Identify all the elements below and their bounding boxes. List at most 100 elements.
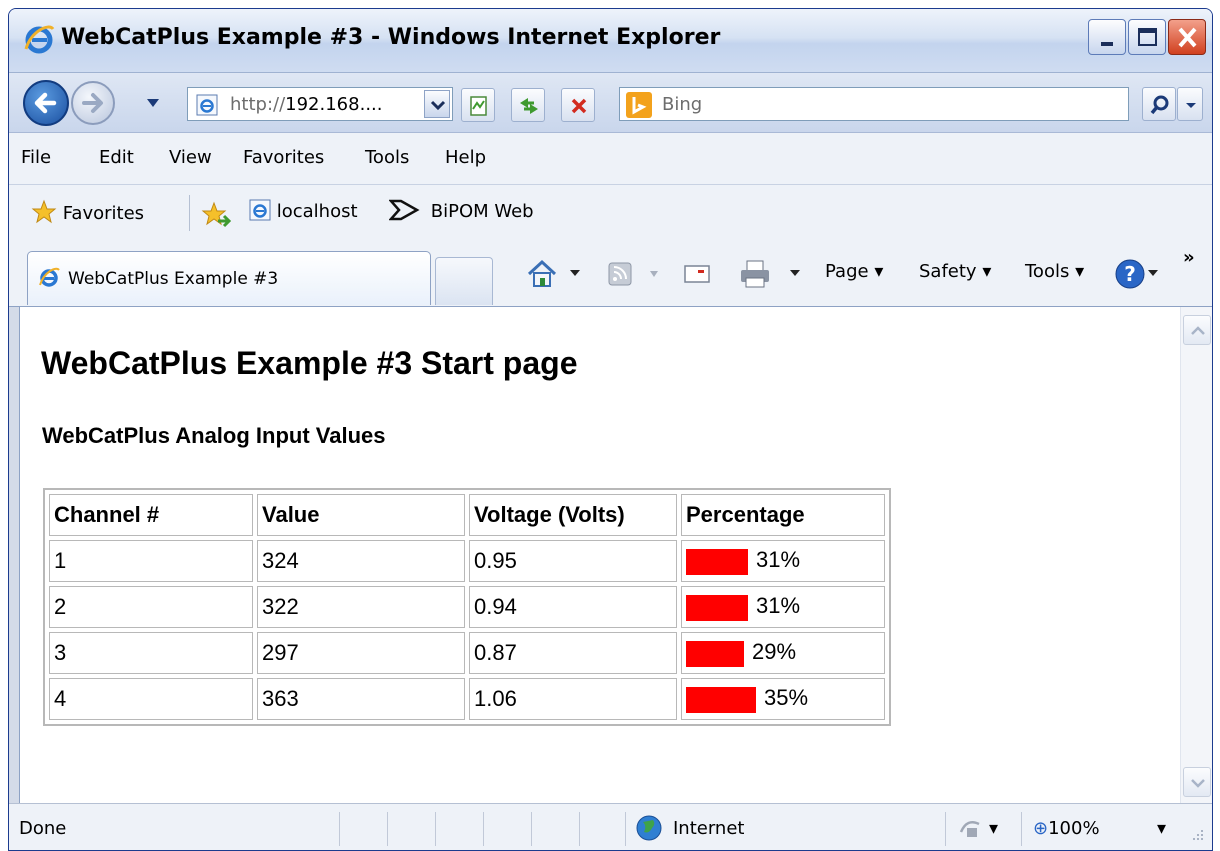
home-icon[interactable]	[525, 257, 559, 291]
resize-grip-icon[interactable]	[1189, 828, 1205, 844]
value-cell: 297	[257, 632, 465, 674]
chevron-down-icon[interactable]: ▾	[989, 818, 998, 839]
forward-arrow-icon	[82, 93, 103, 113]
voltage-cell: 0.87	[469, 632, 677, 674]
channel-cell: 2	[49, 586, 253, 628]
stop-button[interactable]	[561, 88, 595, 122]
page-content: WebCatPlus Example #3 Start page WebCatP…	[19, 307, 1180, 803]
chevron-down-icon[interactable]	[649, 269, 659, 279]
value-cell: 322	[257, 586, 465, 628]
star-icon	[31, 199, 57, 224]
stop-icon	[571, 98, 587, 114]
favorites-bar: Favorites localhost BiPOM Web	[9, 185, 1212, 243]
menu-tools[interactable]: Tools	[365, 147, 409, 168]
close-button[interactable]	[1168, 19, 1206, 55]
favorites-label: Favorites	[62, 203, 145, 224]
read-mail-icon[interactable]	[681, 257, 713, 289]
menu-view[interactable]: View	[169, 147, 212, 168]
percentage-cell: 29%	[681, 632, 885, 674]
refresh-button[interactable]	[511, 88, 545, 122]
compatibility-view-button[interactable]	[461, 88, 495, 122]
bipom-logo-icon	[388, 199, 420, 221]
menu-edit[interactable]: Edit	[99, 147, 134, 168]
menu-favorites[interactable]: Favorites	[243, 147, 324, 168]
search-placeholder: Bing	[662, 94, 703, 115]
tab-row: WebCatPlus Example #3 Page ▾ Safety ▾ To…	[9, 243, 1212, 307]
status-bar: Done Internet ▾ ⊕100% ▾	[9, 803, 1212, 850]
back-arrow-icon	[34, 92, 57, 114]
zoom-icon: ⊕	[1033, 818, 1049, 839]
status-divider	[339, 812, 340, 846]
back-button[interactable]	[23, 80, 69, 126]
scroll-up-button[interactable]	[1183, 315, 1211, 345]
channel-cell: 3	[49, 632, 253, 674]
security-zone-label: Internet	[673, 818, 745, 839]
recent-pages-dropdown-icon[interactable]	[146, 97, 160, 109]
minimize-button[interactable]	[1088, 19, 1126, 55]
percentage-text: 31%	[756, 547, 801, 573]
menu-help[interactable]: Help	[445, 147, 486, 168]
title-bar: WebCatPlus Example #3 - Windows Internet…	[9, 9, 1212, 73]
vertical-scrollbar[interactable]	[1180, 307, 1212, 803]
protected-mode-icon[interactable]	[955, 814, 985, 842]
chevron-down-icon: ▾	[874, 261, 884, 282]
new-tab-button[interactable]	[435, 257, 493, 305]
command-bar-overflow-button[interactable]: »	[1183, 247, 1195, 268]
chevron-down-icon: ▾	[982, 261, 992, 282]
chevron-down-icon	[430, 100, 446, 111]
chevron-down-icon[interactable]	[1147, 267, 1159, 279]
page-title: WebCatPlus Example #3 Start page	[41, 345, 578, 381]
add-to-favorites-icon[interactable]	[201, 201, 231, 229]
search-box[interactable]: Bing	[619, 87, 1129, 121]
safety-menu-button[interactable]: Safety ▾	[919, 261, 991, 282]
search-options-button[interactable]	[1177, 87, 1203, 121]
menu-file[interactable]: File	[21, 147, 51, 168]
percentage-cell: 31%	[681, 586, 885, 628]
favorites-button[interactable]: Favorites	[31, 199, 144, 225]
column-header: Channel #	[49, 494, 253, 536]
chevron-down-icon[interactable]	[789, 267, 801, 279]
print-icon[interactable]	[737, 257, 773, 291]
chevron-down-icon	[1191, 779, 1205, 788]
address-bar[interactable]: http://192.168....	[187, 87, 453, 121]
table-row: 4 363 1.06 35%	[49, 678, 885, 720]
favorite-link-bipom[interactable]: BiPOM Web	[388, 199, 534, 222]
chevron-down-icon: ▾	[1075, 261, 1085, 282]
navigation-bar: http://192.168.... Bing	[9, 73, 1212, 133]
svg-text:?: ?	[1124, 262, 1136, 286]
value-cell: 363	[257, 678, 465, 720]
table-header-row: Channel # Value Voltage (Volts) Percenta…	[49, 494, 885, 536]
compatibility-view-icon	[470, 96, 487, 116]
globe-icon	[636, 815, 662, 841]
favorite-link-label: BiPOM Web	[430, 201, 534, 222]
safety-menu-label: Safety	[919, 261, 977, 282]
zoom-control[interactable]: ⊕100%	[1033, 818, 1100, 839]
help-icon[interactable]: ?	[1113, 257, 1147, 291]
address-dropdown-button[interactable]	[424, 90, 450, 118]
chevron-down-icon	[1186, 103, 1196, 108]
percentage-cell: 31%	[681, 540, 885, 582]
tab-active[interactable]: WebCatPlus Example #3	[27, 251, 431, 305]
search-button[interactable]	[1142, 87, 1176, 121]
table-row: 1 324 0.95 31%	[49, 540, 885, 582]
bing-logo-icon	[626, 92, 652, 118]
page-subtitle: WebCatPlus Analog Input Values	[42, 423, 386, 448]
chevron-down-icon[interactable]	[569, 267, 581, 279]
maximize-button[interactable]	[1128, 19, 1166, 55]
address-url: http://192.168....	[230, 94, 383, 115]
chevron-up-icon	[1191, 326, 1205, 335]
minimize-icon	[1101, 42, 1113, 46]
scroll-down-button[interactable]	[1183, 767, 1211, 797]
tools-menu-button[interactable]: Tools ▾	[1025, 261, 1084, 282]
chevron-down-icon[interactable]: ▾	[1157, 818, 1166, 839]
percentage-text: 35%	[764, 685, 809, 711]
forward-button[interactable]	[71, 81, 115, 125]
voltage-cell: 0.94	[469, 586, 677, 628]
favorites-separator	[189, 195, 190, 231]
favorite-link-localhost[interactable]: localhost	[249, 199, 358, 222]
column-header: Value	[257, 494, 465, 536]
page-menu-button[interactable]: Page ▾	[825, 261, 883, 282]
percentage-bar	[686, 594, 748, 621]
feeds-icon[interactable]	[605, 257, 635, 289]
column-header: Voltage (Volts)	[469, 494, 677, 536]
